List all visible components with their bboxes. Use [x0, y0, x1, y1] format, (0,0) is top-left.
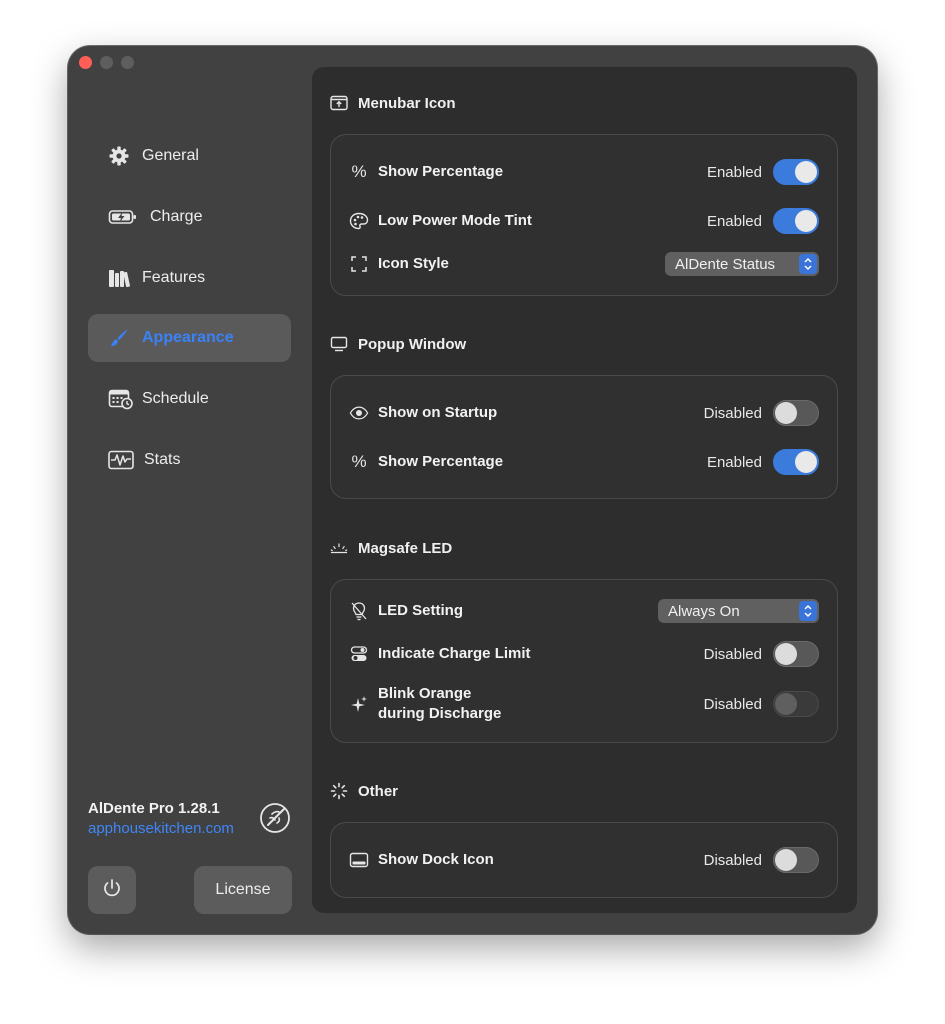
sidebar-item-general[interactable]: General — [88, 132, 291, 180]
setting-status: Disabled — [703, 404, 762, 422]
frame-corners-icon — [349, 254, 369, 274]
sidebar-item-label: Schedule — [142, 390, 209, 407]
popup-show-percentage-toggle[interactable] — [773, 449, 819, 475]
quit-button[interactable] — [88, 866, 136, 914]
section-title: Other — [358, 782, 399, 800]
show-dock-icon-toggle[interactable] — [773, 847, 819, 873]
chevron-updown-icon — [799, 254, 817, 274]
menubar-show-percentage-toggle[interactable] — [773, 159, 819, 185]
sidebar-item-label: Features — [142, 269, 206, 286]
switch-icon — [349, 644, 369, 664]
waveform-icon — [108, 449, 134, 471]
calendar-clock-icon — [108, 388, 134, 410]
popup-settings-box: Show on Startup Disabled % Show Percenta… — [330, 375, 838, 499]
section-title: Magsafe LED — [358, 539, 453, 557]
sparkles-icon — [349, 694, 369, 714]
setting-status: Enabled — [706, 212, 762, 230]
zoom-window-button[interactable] — [121, 56, 134, 69]
sidebar-item-appearance[interactable]: Appearance — [88, 314, 291, 362]
setting-label: Show Percentage — [378, 453, 504, 470]
setting-status: Disabled — [703, 851, 762, 869]
setting-row-menubar-show-percentage: % Show Percentage Enabled — [331, 157, 837, 187]
section-title: Menubar Icon — [358, 94, 456, 112]
sidebar-item-label: Stats — [144, 451, 181, 468]
setting-label: Show Percentage — [378, 163, 504, 180]
setting-row-low-power-tint: Low Power Mode Tint Enabled — [331, 206, 837, 236]
setting-status: Enabled — [706, 163, 762, 181]
battery-charging-icon — [108, 206, 138, 228]
setting-row-blink-orange: Blink Orange during Discharge Disabled — [331, 682, 837, 726]
spinner-icon — [330, 782, 348, 800]
sidebar-item-label: General — [142, 147, 199, 164]
sidebar-item-charge[interactable]: Charge — [88, 193, 291, 241]
percent-icon: % — [351, 452, 367, 471]
setting-row-icon-style: Icon Style AlDente Status — [331, 249, 837, 279]
show-on-startup-toggle[interactable] — [773, 400, 819, 426]
setting-row-indicate-charge-limit: Indicate Charge Limit Disabled — [331, 639, 837, 669]
close-window-button[interactable] — [79, 56, 92, 69]
app-version: AlDente Pro 1.28.1 — [88, 800, 220, 817]
sidebar-item-stats[interactable]: Stats — [88, 436, 291, 484]
setting-label: Blink Orange during Discharge — [378, 684, 501, 724]
icon-style-select[interactable]: AlDente Status — [665, 252, 819, 276]
setting-label: Indicate Charge Limit — [378, 645, 531, 662]
gear-icon — [108, 145, 130, 167]
setting-status: Enabled — [706, 453, 762, 471]
window-controls — [79, 56, 134, 69]
palette-icon — [349, 211, 369, 231]
setting-status: Disabled — [703, 695, 762, 713]
section-magsafe-led: Magsafe LED — [330, 539, 452, 557]
led-glow-icon — [330, 539, 348, 557]
section-other: Other — [330, 782, 398, 800]
aldente-logo-icon — [258, 801, 292, 835]
dock-icon — [349, 850, 369, 870]
section-title: Popup Window — [358, 335, 467, 353]
setting-row-show-on-startup: Show on Startup Disabled — [331, 398, 837, 428]
license-button[interactable]: License — [194, 866, 292, 914]
minimize-window-button[interactable] — [100, 56, 113, 69]
setting-label-line: during Discharge — [378, 705, 502, 722]
lightbulb-slash-icon — [349, 601, 369, 621]
section-menubar-icon: Menubar Icon — [330, 94, 456, 112]
settings-panel: Menubar Icon % Show Percentage Enabled L… — [312, 67, 857, 913]
percent-icon: % — [351, 162, 367, 181]
chevron-updown-icon — [799, 601, 817, 621]
monitor-icon — [330, 335, 348, 353]
menubar-settings-box: % Show Percentage Enabled Low Power Mode… — [330, 134, 838, 296]
magsafe-settings-box: LED Setting Always On Indicate Charge Li… — [330, 579, 838, 743]
setting-label: Show Dock Icon — [378, 851, 494, 868]
indicate-charge-limit-toggle[interactable] — [773, 641, 819, 667]
books-icon — [108, 267, 130, 289]
low-power-tint-toggle[interactable] — [773, 208, 819, 234]
sidebar-item-features[interactable]: Features — [88, 254, 291, 302]
sidebar-item-schedule[interactable]: Schedule — [88, 375, 291, 423]
blink-orange-toggle[interactable] — [773, 691, 819, 717]
app-window: General Charge Features Appearance Sched… — [68, 46, 877, 934]
setting-row-popup-show-percentage: % Show Percentage Enabled — [331, 447, 837, 477]
section-popup-window: Popup Window — [330, 335, 466, 353]
setting-row-led-setting: LED Setting Always On — [331, 596, 837, 626]
paintbrush-icon — [108, 327, 130, 349]
setting-label-line: Blink Orange — [378, 685, 472, 702]
setting-label: LED Setting — [378, 602, 463, 619]
select-value: AlDente Status — [675, 255, 776, 273]
setting-status: Disabled — [703, 645, 762, 663]
sidebar-item-label: Charge — [150, 208, 203, 225]
other-settings-box: Show Dock Icon Disabled — [330, 822, 838, 898]
led-setting-select[interactable]: Always On — [658, 599, 819, 623]
sidebar-item-label: Appearance — [142, 329, 234, 346]
select-value: Always On — [668, 602, 740, 620]
setting-row-show-dock-icon: Show Dock Icon Disabled — [331, 845, 837, 875]
setting-label: Low Power Mode Tint — [378, 212, 532, 229]
eye-icon — [349, 403, 369, 423]
website-link[interactable]: apphousekitchen.com — [88, 820, 234, 837]
power-icon — [101, 877, 123, 904]
menubar-icon — [330, 94, 348, 112]
setting-label: Icon Style — [378, 255, 449, 272]
setting-label: Show on Startup — [378, 404, 498, 421]
